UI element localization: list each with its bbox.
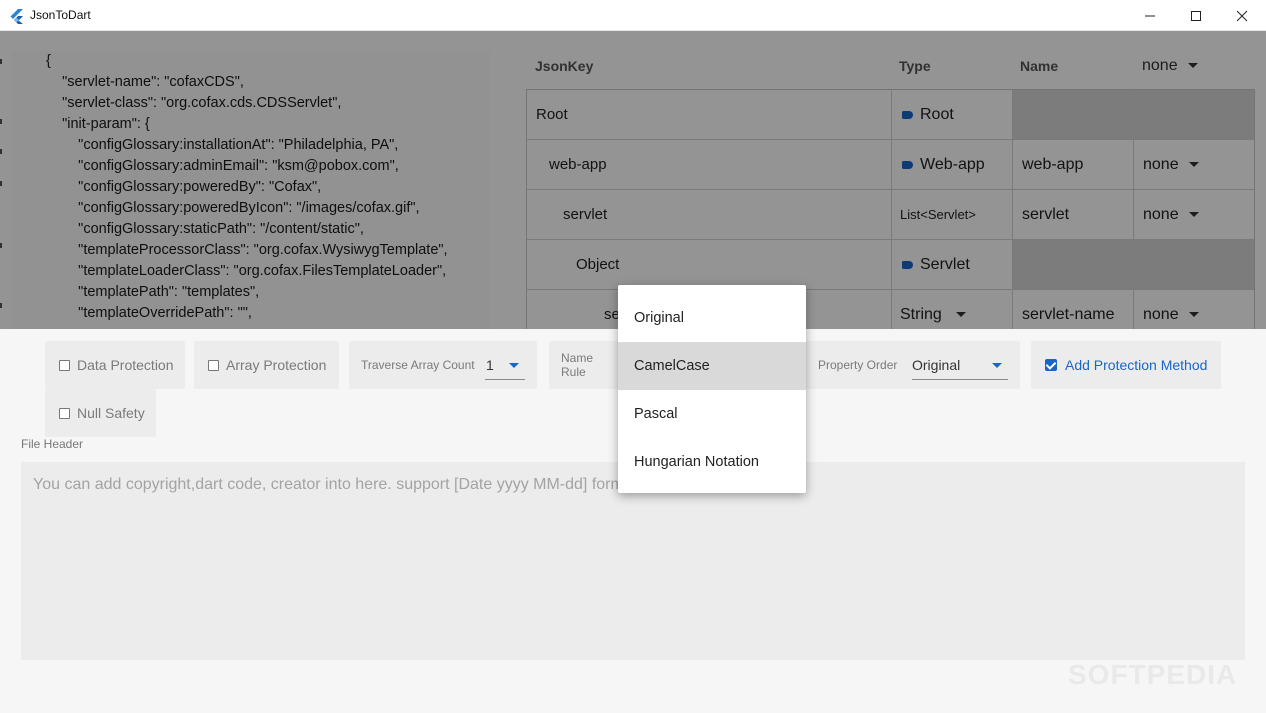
menu-item-original[interactable]: Original: [618, 294, 806, 342]
property-order-dropdown[interactable]: Original: [912, 341, 1008, 389]
name-rule-field[interactable]: Name Rule: [549, 341, 619, 389]
close-button[interactable]: [1219, 0, 1265, 31]
checkbox-icon: [59, 359, 70, 371]
name-rule-menu: Original CamelCase Pascal Hungarian Nota…: [618, 285, 806, 493]
null-safety-checkbox[interactable]: Null Safety: [45, 389, 156, 437]
chevron-down-icon: [509, 363, 519, 368]
menu-item-pascal[interactable]: Pascal: [618, 390, 806, 438]
maximize-button[interactable]: [1173, 0, 1219, 31]
menu-item-camelcase[interactable]: CamelCase: [618, 342, 806, 390]
data-protection-checkbox[interactable]: Data Protection: [45, 341, 185, 389]
traverse-array-count-field: Traverse Array Count 1: [349, 341, 537, 389]
flutter-app-icon: [10, 9, 23, 24]
checkbox-icon: [59, 407, 70, 419]
menu-item-hungarian-notation[interactable]: Hungarian Notation: [618, 438, 806, 486]
checkbox-icon: [208, 359, 219, 371]
array-protection-checkbox[interactable]: Array Protection: [194, 341, 339, 389]
checkbox-checked-icon: [1045, 359, 1057, 371]
maximize-icon: [1191, 10, 1201, 21]
minimize-icon: [1145, 15, 1155, 16]
add-protection-method-checkbox[interactable]: Add Protection Method: [1031, 341, 1221, 389]
property-order-field: Property Order Original: [806, 341, 1020, 389]
softpedia-watermark: SOFTPEDIA: [1068, 659, 1238, 690]
title-bar: JsonToDart: [0, 0, 1266, 31]
minimize-button[interactable]: [1127, 0, 1173, 31]
window-title: JsonToDart: [30, 8, 91, 22]
chevron-down-icon: [992, 363, 1002, 368]
file-header-label: File Header: [21, 437, 84, 451]
close-icon: [1236, 10, 1248, 21]
traverse-array-count-dropdown[interactable]: 1: [485, 341, 525, 389]
